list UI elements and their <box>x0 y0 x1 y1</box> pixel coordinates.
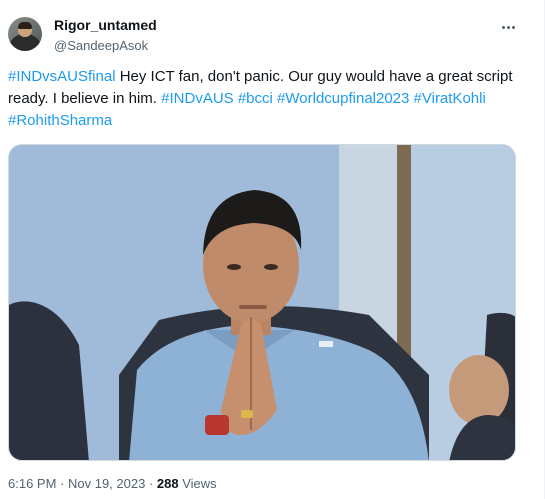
separator: · <box>56 476 68 491</box>
tweet-photo[interactable] <box>8 144 516 461</box>
author-handle[interactable]: @SandeepAsok <box>54 38 148 53</box>
user-avatar[interactable] <box>8 17 42 51</box>
hashtag-link[interactable]: #INDvAUS <box>161 90 234 107</box>
hashtag-link[interactable]: #ViratKohli <box>414 90 486 107</box>
views-count: 288 <box>156 476 179 491</box>
views-label: Views <box>178 476 217 491</box>
hashtag-link[interactable]: #Worldcupfinal2023 <box>277 90 409 107</box>
hashtag-link[interactable]: #INDvsAUSfinal <box>8 68 116 85</box>
hashtag-link[interactable]: #RohithSharma <box>8 112 112 129</box>
photo-illustration <box>9 145 515 460</box>
tweet-text: #INDvsAUSfinal Hey ICT fan, don't panic.… <box>8 66 528 132</box>
author-name[interactable]: Rigor_untamed <box>54 17 157 33</box>
tweet-card: Rigor_untamed @SandeepAsok #INDvsAUSfina… <box>0 0 545 499</box>
tweet-date[interactable]: Nov 19, 2023 <box>68 476 145 491</box>
hashtag-link[interactable]: #bcci <box>238 90 273 107</box>
tweet-time[interactable]: 6:16 PM <box>8 476 56 491</box>
tweet-meta: 6:16 PM · Nov 19, 2023 · 288 Views <box>8 476 217 491</box>
separator: · <box>145 476 157 491</box>
more-options-icon[interactable] <box>497 18 519 36</box>
